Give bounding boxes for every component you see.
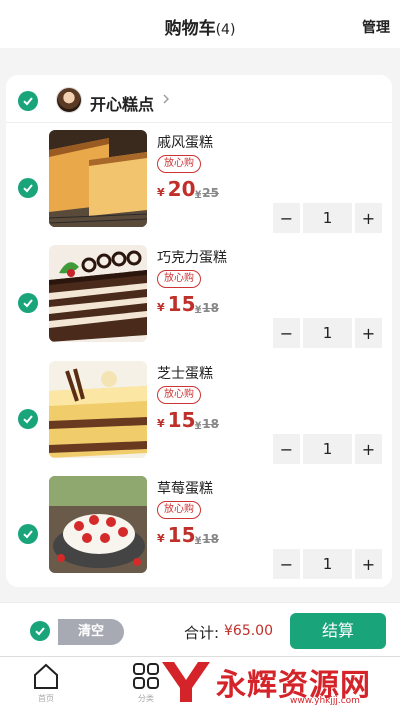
quantity-input[interactable]: 1 bbox=[303, 203, 352, 233]
checkmark-icon bbox=[23, 299, 33, 308]
item-price: ¥15 bbox=[157, 523, 196, 547]
item-name[interactable]: 巧克力蛋糕 bbox=[157, 247, 227, 267]
page-title: 购物车(4) bbox=[0, 14, 400, 39]
original-price-value: 18 bbox=[202, 301, 219, 315]
original-price: ¥25 bbox=[195, 186, 219, 200]
guarantee-badge: 放心购 bbox=[157, 386, 201, 404]
cart-count: (4) bbox=[215, 22, 236, 38]
currency-symbol: ¥ bbox=[157, 532, 165, 545]
decrease-button[interactable]: − bbox=[273, 318, 300, 348]
quantity-input[interactable]: 1 bbox=[303, 318, 352, 348]
clear-button[interactable]: 清空 bbox=[58, 619, 124, 645]
decrease-button[interactable]: − bbox=[273, 434, 300, 464]
store-name[interactable]: 开心糕点 bbox=[90, 91, 154, 115]
total-value: ¥65.00 bbox=[224, 623, 273, 639]
cart-card: 开心糕点 戚风蛋糕 放心购 ¥20 ¥25 − 1 + 巧克力蛋糕 放心购 ¥ … bbox=[6, 75, 392, 587]
currency-symbol: ¥ bbox=[195, 190, 202, 200]
guarantee-badge: 放心购 bbox=[157, 155, 201, 173]
increase-button[interactable]: + bbox=[355, 318, 382, 348]
category-icon bbox=[133, 663, 159, 689]
tab-home[interactable]: 首页 bbox=[16, 661, 76, 704]
quantity-stepper: − 1 + bbox=[273, 434, 382, 464]
cart-item: 戚风蛋糕 放心购 ¥20 ¥25 − 1 + bbox=[6, 130, 392, 246]
page-title-text: 购物车 bbox=[164, 19, 216, 39]
select-all-checkbox[interactable] bbox=[30, 621, 50, 641]
increase-button[interactable]: + bbox=[355, 434, 382, 464]
original-price: ¥18 bbox=[195, 532, 219, 546]
price-value: 20 bbox=[167, 177, 196, 201]
store-checkbox[interactable] bbox=[18, 91, 38, 111]
item-name[interactable]: 戚风蛋糕 bbox=[157, 132, 213, 152]
currency-symbol: ¥ bbox=[195, 305, 202, 315]
guarantee-badge: 放心购 bbox=[157, 270, 201, 288]
tab-label: 首页 bbox=[38, 694, 54, 703]
header: 购物车(4) 管理 bbox=[0, 0, 400, 48]
checkout-bar: 清空 合计: ¥65.00 结算 bbox=[0, 602, 400, 656]
quantity-stepper: − 1 + bbox=[273, 203, 382, 233]
quantity-input[interactable]: 1 bbox=[303, 434, 352, 464]
currency-symbol: ¥ bbox=[195, 421, 202, 431]
price-value: 15 bbox=[167, 292, 196, 316]
item-checkbox[interactable] bbox=[18, 293, 38, 313]
currency-symbol: ¥ bbox=[195, 536, 202, 546]
checkmark-icon bbox=[23, 184, 33, 193]
total-label: 合计: bbox=[184, 624, 220, 642]
watermark: 永辉资源网 www.yhkjjj.com bbox=[160, 654, 400, 711]
checkout-button[interactable]: 结算 bbox=[290, 613, 386, 649]
original-price-value: 18 bbox=[202, 417, 219, 431]
increase-button[interactable]: + bbox=[355, 203, 382, 233]
cart-item: 草莓蛋糕 放心购 ¥15 ¥18 − 1 + bbox=[6, 476, 392, 587]
currency-symbol: ¥ bbox=[157, 301, 165, 314]
checkmark-icon bbox=[23, 97, 33, 106]
checkmark-icon bbox=[23, 415, 33, 424]
guarantee-badge: 放心购 bbox=[157, 501, 201, 519]
store-row[interactable]: 开心糕点 bbox=[6, 75, 392, 123]
quantity-stepper: − 1 + bbox=[273, 549, 382, 579]
watermark-logo bbox=[162, 662, 210, 702]
item-price: ¥15 bbox=[157, 408, 196, 432]
item-image[interactable] bbox=[49, 476, 147, 573]
cart-item: 巧克力蛋糕 放心购 ¥15 ¥18 − 1 + bbox=[6, 245, 392, 361]
item-checkbox[interactable] bbox=[18, 524, 38, 544]
original-price-value: 18 bbox=[202, 532, 219, 546]
original-price-value: 25 bbox=[202, 186, 219, 200]
item-image[interactable] bbox=[49, 245, 147, 342]
manage-button[interactable]: 管理 bbox=[362, 17, 390, 37]
item-price: ¥20 bbox=[157, 177, 196, 201]
home-icon bbox=[34, 663, 58, 689]
original-price: ¥18 bbox=[195, 301, 219, 315]
decrease-button[interactable]: − bbox=[273, 549, 300, 579]
item-name[interactable]: 草莓蛋糕 bbox=[157, 478, 213, 498]
item-image[interactable] bbox=[49, 130, 147, 227]
chevron-right-icon[interactable] bbox=[160, 93, 172, 105]
increase-button[interactable]: + bbox=[355, 549, 382, 579]
checkmark-icon bbox=[35, 627, 45, 636]
item-price: ¥15 bbox=[157, 292, 196, 316]
item-checkbox[interactable] bbox=[18, 178, 38, 198]
quantity-stepper: − 1 + bbox=[273, 318, 382, 348]
price-value: 15 bbox=[167, 408, 196, 432]
cart-item: 芝士蛋糕 放心购 ¥15 ¥18 − 1 + bbox=[6, 361, 392, 477]
original-price: ¥18 bbox=[195, 417, 219, 431]
watermark-url: www.yhkjjj.com bbox=[290, 696, 360, 706]
item-checkbox[interactable] bbox=[18, 409, 38, 429]
checkmark-icon bbox=[23, 530, 33, 539]
currency-symbol: ¥ bbox=[157, 186, 165, 199]
item-name[interactable]: 芝士蛋糕 bbox=[157, 363, 213, 383]
decrease-button[interactable]: − bbox=[273, 203, 300, 233]
price-value: 15 bbox=[167, 523, 196, 547]
currency-symbol: ¥ bbox=[157, 417, 165, 430]
item-image[interactable] bbox=[49, 361, 147, 458]
quantity-input[interactable]: 1 bbox=[303, 549, 352, 579]
store-avatar bbox=[56, 87, 82, 113]
